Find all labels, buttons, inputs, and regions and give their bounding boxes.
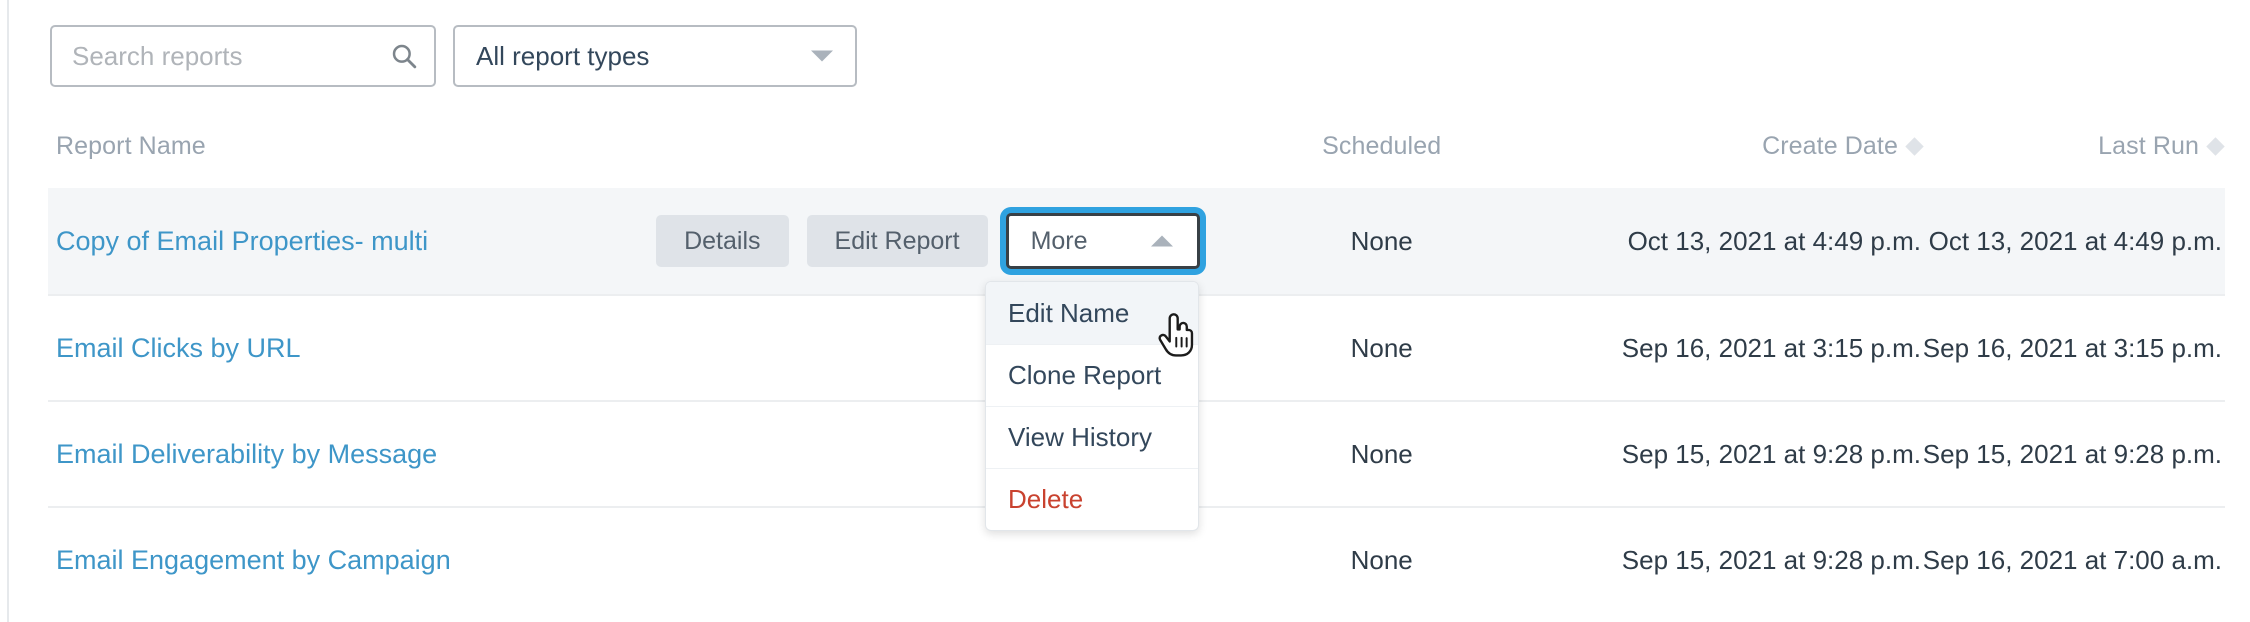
scheduled-cell: None <box>1235 226 1529 257</box>
scheduled-cell: None <box>1235 439 1529 470</box>
more-dropdown-menu: Edit Name Clone Report View History Dele… <box>985 281 1199 531</box>
column-header-report-name[interactable]: Report Name <box>48 122 656 161</box>
report-name-cell: Email Deliverability by Message <box>48 439 656 470</box>
create-date-cell: Oct 13, 2021 at 4:49 p.m. <box>1529 226 1921 257</box>
report-type-selected-value: All report types <box>455 41 649 72</box>
edit-report-button[interactable]: Edit Report <box>807 215 988 267</box>
menu-item-view-history[interactable]: View History <box>986 406 1198 468</box>
row-actions: Details Edit Report More <box>656 213 1235 269</box>
table-header-row: Report Name Scheduled Create Date Last R… <box>48 122 2225 188</box>
column-header-scheduled[interactable]: Scheduled <box>1235 122 1529 161</box>
create-date-cell: Sep 15, 2021 at 9:28 p.m. <box>1529 439 1921 470</box>
more-button[interactable]: More <box>1006 213 1200 269</box>
report-name-link[interactable]: Email Engagement by Campaign <box>56 545 451 575</box>
search-reports-box[interactable] <box>50 25 436 87</box>
report-name-link[interactable]: Copy of Email Properties- multi <box>56 226 428 256</box>
menu-item-edit-name[interactable]: Edit Name <box>986 282 1198 344</box>
column-header-last-run-label: Last Run <box>2098 132 2199 160</box>
last-run-cell: Sep 16, 2021 at 7:00 a.m. <box>1921 545 2225 576</box>
scheduled-cell: None <box>1235 545 1529 576</box>
column-header-last-run[interactable]: Last Run <box>1921 122 2225 161</box>
chevron-down-icon[interactable] <box>811 51 833 62</box>
column-header-actions <box>656 122 1235 132</box>
last-run-cell: Oct 13, 2021 at 4:49 p.m. <box>1921 226 2225 257</box>
create-date-cell: Sep 15, 2021 at 9:28 p.m. <box>1529 545 1921 576</box>
create-date-cell: Sep 16, 2021 at 3:15 p.m. <box>1529 333 1921 364</box>
report-name-cell: Copy of Email Properties- multi <box>48 226 656 257</box>
report-type-select[interactable]: All report types <box>453 25 857 87</box>
more-button-label: More <box>1031 227 1088 256</box>
last-run-cell: Sep 15, 2021 at 9:28 p.m. <box>1921 439 2225 470</box>
menu-item-clone-report[interactable]: Clone Report <box>986 344 1198 406</box>
filters-toolbar: All report types <box>50 25 857 87</box>
sort-diamond-icon[interactable] <box>2206 137 2224 155</box>
chevron-up-icon <box>1151 236 1173 247</box>
last-run-cell: Sep 16, 2021 at 3:15 p.m. <box>1921 333 2225 364</box>
details-button[interactable]: Details <box>656 215 788 267</box>
report-name-link[interactable]: Email Deliverability by Message <box>56 439 437 469</box>
report-name-cell: Email Clicks by URL <box>48 333 656 364</box>
menu-item-delete[interactable]: Delete <box>986 468 1198 530</box>
column-header-create-date-label: Create Date <box>1762 132 1898 160</box>
search-input[interactable] <box>52 27 434 85</box>
report-name-link[interactable]: Email Clicks by URL <box>56 333 301 363</box>
left-edge-divider <box>7 0 9 622</box>
scheduled-cell: None <box>1235 333 1529 364</box>
column-header-create-date[interactable]: Create Date <box>1529 122 1921 161</box>
report-name-cell: Email Engagement by Campaign <box>48 545 656 576</box>
table-row[interactable]: Copy of Email Properties- multi Details … <box>48 188 2225 294</box>
